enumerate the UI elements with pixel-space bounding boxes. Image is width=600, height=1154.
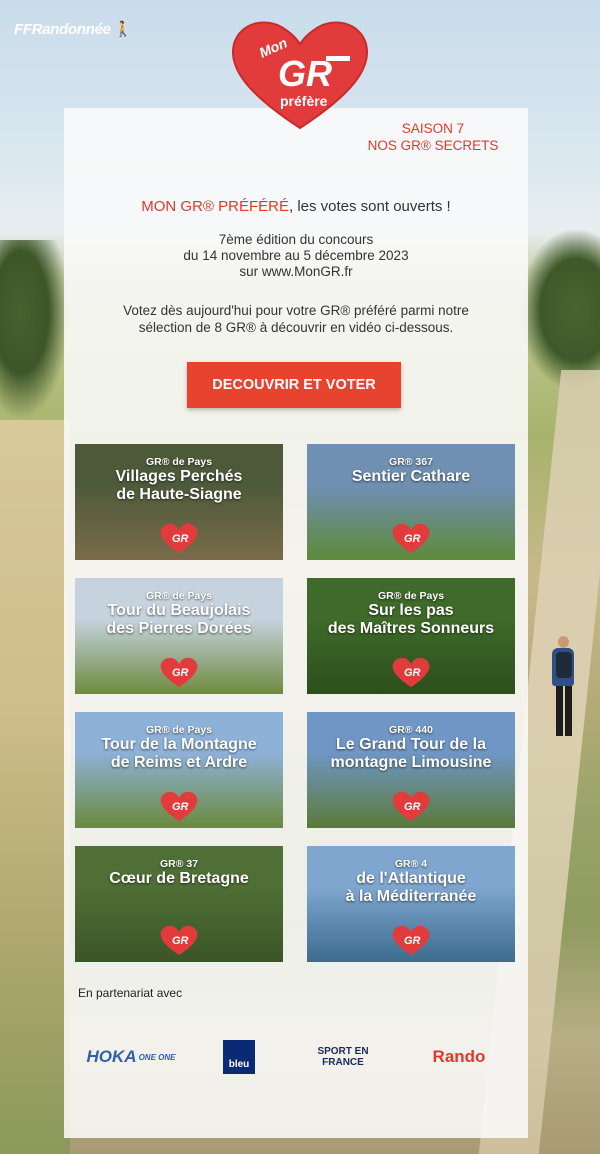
trail-tile[interactable]: GR® 37 Cœur de Bretagne GR	[75, 846, 283, 962]
background-trees-right	[520, 230, 600, 390]
trail-tile[interactable]: GR® 4 de l'Atlantique à la Méditerranée GR	[307, 846, 515, 962]
trail-tile[interactable]: GR® de Pays Sur les pas des Maîtres Sonneu…	[307, 578, 515, 694]
walker-icon: 🚶	[113, 21, 133, 38]
svg-text:préfère: préfère	[280, 93, 328, 109]
trail-number: GR® de Pays	[145, 590, 213, 602]
trail-tile[interactable]: GR® 367 Sentier Cathare GR	[307, 444, 515, 560]
mon-gr-heart-icon: GR	[391, 522, 431, 554]
trail-number: GR® 367	[389, 456, 433, 468]
trail-name-line2: des Maîtres Sonneurs	[327, 620, 495, 637]
trail-title: GR® 440 Le Grand Tour de la montagne Limou…	[307, 724, 515, 772]
mon-gr-heart-icon: GR	[391, 924, 431, 956]
trail-name-line1: Tour du Beaujolais	[107, 602, 251, 619]
trail-title: GR® de Pays Tour de la Montagne de Reims e…	[75, 724, 283, 772]
partners-label: En partenariat avec	[78, 986, 183, 1000]
france-bleu-logo[interactable]: bleu	[222, 1038, 256, 1076]
svg-text:GR: GR	[404, 801, 421, 813]
vote-instructions: Votez dès aujourd'hui pour votre GR® pré…	[123, 303, 469, 335]
mon-gr-prefere-heart-logo: Mon GR préfère	[228, 16, 372, 132]
svg-text:GR: GR	[278, 53, 332, 94]
trail-name-line1: de l'Atlantique	[356, 870, 466, 887]
trail-name-line1: Le Grand Tour de la	[336, 736, 486, 753]
mon-gr-heart-icon: GR	[159, 790, 199, 822]
discover-and-vote-button[interactable]: DECOUVRIR ET VOTER	[187, 362, 401, 408]
trail-title: GR® 4 de l'Atlantique à la Méditerranée	[307, 858, 515, 906]
svg-text:GR: GR	[172, 667, 189, 679]
votes-open-headline: MON GR® PRÉFÉRÉ, les votes sont ouverts …	[141, 198, 451, 215]
trail-name-line2: de Reims et Ardre	[110, 754, 248, 771]
trail-tile[interactable]: GR® 440 Le Grand Tour de la montagne Limou…	[307, 712, 515, 828]
rando-passion-logo[interactable]: Rando	[424, 1038, 494, 1076]
trail-title: GR® de Pays Villages Perchés de Haute-Siag…	[75, 456, 283, 504]
trail-number: GR® de Pays	[145, 724, 213, 736]
svg-text:GR: GR	[172, 801, 189, 813]
trail-name-line2: à la Méditerranée	[345, 888, 477, 905]
svg-text:GR: GR	[172, 533, 189, 545]
trail-title: GR® de Pays Tour du Beaujolais des Pierres…	[75, 590, 283, 638]
trail-title: GR® 367 Sentier Cathare	[307, 456, 515, 486]
mon-gr-heart-icon: GR	[391, 656, 431, 688]
hiker-figure	[548, 636, 578, 740]
background-field	[0, 420, 70, 1154]
sport-en-france-logo[interactable]: SPORT EN FRANCE	[310, 1038, 376, 1076]
site-link[interactable]: sur www.MonGR.fr	[64, 264, 528, 280]
trail-number: GR® 440	[389, 724, 433, 736]
svg-text:GR: GR	[404, 667, 421, 679]
trail-name-line1: Villages Perchés	[115, 468, 243, 485]
trail-title: GR® de Pays Sur les pas des Maîtres Sonneu…	[307, 590, 515, 638]
trail-name-line1: Tour de la Montagne	[101, 736, 257, 753]
svg-text:GR: GR	[404, 935, 421, 947]
main-card: SAISON 7 NOS GR® SECRETS MON GR® PRÉFÉRÉ…	[64, 108, 528, 1138]
ffrandonnee-logo[interactable]: FFRandonnée 🚶	[14, 20, 132, 38]
trail-number: GR® 37	[159, 858, 199, 870]
mon-gr-heart-icon: GR	[159, 924, 199, 956]
season-label: SAISON 7 NOS GR® SECRETS	[367, 121, 499, 153]
svg-text:GR: GR	[404, 533, 421, 545]
trail-tile[interactable]: GR® de Pays Villages Perchés de Haute-Siag…	[75, 444, 283, 560]
trail-number: GR® de Pays	[377, 590, 445, 602]
trail-title: GR® 37 Cœur de Bretagne	[75, 858, 283, 888]
trail-name-line1: Cœur de Bretagne	[109, 870, 249, 887]
mon-gr-heart-icon: GR	[159, 522, 199, 554]
hoka-logo[interactable]: HOKA ONE ONE	[86, 1038, 176, 1076]
trail-name-line2: montagne Limousine	[330, 754, 492, 771]
mon-gr-heart-icon: GR	[391, 790, 431, 822]
trail-name-line2: de Haute-Siagne	[116, 486, 242, 503]
trail-name-line1: Sentier Cathare	[351, 468, 471, 485]
contest-info: 7ème édition du concours du 14 novembre …	[64, 232, 528, 280]
trail-number: GR® de Pays	[145, 456, 213, 468]
svg-text:GR: GR	[172, 935, 189, 947]
background-trees-left	[0, 240, 70, 420]
trail-name-line1: Sur les pas	[368, 602, 454, 619]
mon-gr-heart-icon: GR	[159, 656, 199, 688]
trail-tile[interactable]: GR® de Pays Tour du Beaujolais des Pierres…	[75, 578, 283, 694]
trail-tile[interactable]: GR® de Pays Tour de la Montagne de Reims e…	[75, 712, 283, 828]
trail-number: GR® 4	[394, 858, 428, 870]
trail-name-line2: des Pierres Dorées	[106, 620, 252, 637]
